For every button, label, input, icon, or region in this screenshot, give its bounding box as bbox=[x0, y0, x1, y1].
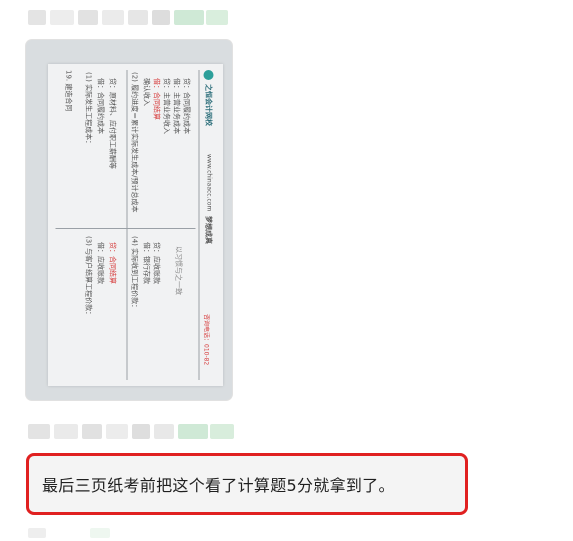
brand-url: www.chinaacc.com bbox=[205, 154, 212, 212]
section-1-line-2: 贷：原材料、应付职工薪酬等 bbox=[108, 78, 116, 169]
brand-name: 之恒会计网校 bbox=[204, 84, 212, 126]
section-3-line-2: 贷：合同结算 bbox=[108, 242, 116, 284]
section-1-line-1: 借：合同履约成本 bbox=[96, 78, 104, 134]
rotated-document: 之恒会计网校 www.chinaacc.com 梦想成真 19. 建造合同 (1… bbox=[48, 64, 223, 386]
section-3-line-1: 借：应收账款 bbox=[96, 242, 104, 284]
message-text: 最后三页纸考前把这个看了计算题5分就拿到了。 bbox=[42, 476, 395, 495]
footer-red: 咨询电话：010-82 bbox=[202, 314, 209, 366]
brand-tag: 梦想成真 bbox=[204, 216, 212, 244]
section-2-line-2: 借：合同结算 bbox=[152, 78, 160, 120]
section-2-line-3: 贷：主营业务收入 bbox=[162, 78, 170, 134]
section-4-line-1: 借：银行存款 bbox=[142, 242, 150, 284]
brand-logo-icon bbox=[203, 70, 213, 80]
section-4-line-2: 贷：应收账款 bbox=[152, 242, 160, 284]
doc-heading: 19. 建造合同 bbox=[64, 70, 72, 112]
section-1-title: (1) 实际发生工程成本： bbox=[84, 72, 92, 148]
text-message-bubble[interactable]: 最后三页纸考前把这个看了计算题5分就拿到了。 bbox=[26, 453, 468, 515]
footer-gray: 以习惯与之一致 bbox=[174, 246, 182, 295]
photo-message[interactable]: 之恒会计网校 www.chinaacc.com 梦想成真 19. 建造合同 (1… bbox=[26, 40, 232, 400]
section-2-line-4: 借：主营业务成本 bbox=[172, 78, 180, 134]
document-photo: 之恒会计网校 www.chinaacc.com 梦想成真 19. 建造合同 (1… bbox=[48, 64, 223, 386]
section-2-line-1: 确认收入 bbox=[142, 78, 150, 106]
section-2-title: (2) 履约进度＝累计实际发生成本/预计总成本 bbox=[130, 72, 138, 213]
section-3-title: (3) 与客户结算工程价款： bbox=[84, 236, 92, 319]
section-2-line-5: 贷：合同履约成本 bbox=[182, 78, 190, 134]
section-4-title: (4) 实际收到工程价款： bbox=[130, 236, 138, 312]
